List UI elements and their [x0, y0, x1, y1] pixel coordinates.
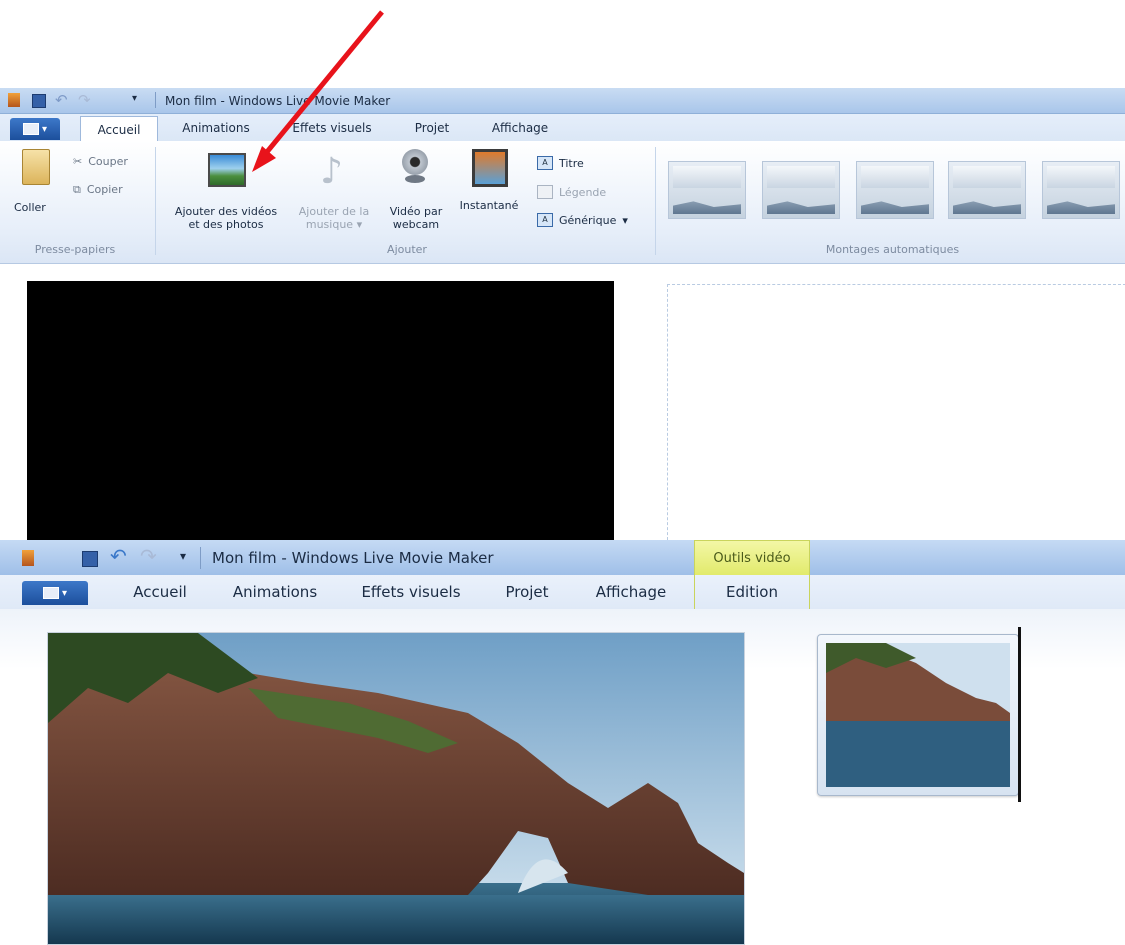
add-videos-photos-icon — [208, 153, 246, 187]
title-icon: A — [537, 156, 553, 170]
snapshot-label: Instantané — [459, 199, 519, 212]
bottom-tab-bar: ▾ Accueil Animations Effets visuels Proj… — [0, 575, 1125, 610]
video-tools-context-label: Outils vidéo — [694, 540, 810, 576]
add-group-label: Ajouter — [387, 243, 427, 256]
webcam-icon — [402, 149, 428, 175]
clipboard-group-label: Presse-papiers — [34, 243, 116, 256]
tab-effets-visuels[interactable]: Effets visuels — [350, 575, 472, 609]
tab-projet[interactable]: Projet — [400, 114, 464, 141]
add-videos-photos-label-2: et des photos — [188, 218, 264, 231]
automovie-theme-3[interactable] — [856, 161, 934, 219]
automovie-theme-4[interactable] — [948, 161, 1026, 219]
automovie-theme-5[interactable] — [1042, 161, 1120, 219]
cut-label: Couper — [88, 155, 128, 168]
tab-projet[interactable]: Projet — [490, 575, 564, 609]
app-icon[interactable] — [22, 550, 34, 566]
automovie-theme-2[interactable] — [762, 161, 840, 219]
window-title: Mon film - Windows Live Movie Maker — [165, 94, 391, 108]
tab-affichage[interactable]: Affichage — [478, 114, 562, 141]
add-music-label-1: Ajouter de la — [298, 205, 370, 218]
redo-icon[interactable]: ↷ — [140, 544, 157, 568]
clipboard-icon — [22, 149, 50, 185]
music-note-icon: ♪ — [320, 151, 343, 192]
film-snapshot-icon — [472, 149, 508, 187]
webcam-label-1: Vidéo par — [389, 205, 443, 218]
rock-arch-photo-image — [48, 633, 744, 944]
top-ribbon: Coller ✂ Couper ⧉ Copier Presse-papiers Aj… — [0, 141, 1125, 264]
tab-accueil[interactable]: Accueil — [80, 116, 158, 143]
copy-button[interactable]: ⧉ Copier — [73, 183, 123, 196]
video-preview-photo[interactable] — [47, 632, 745, 945]
add-videos-photos-label-1: Ajouter des vidéos — [174, 205, 278, 218]
tab-animations[interactable]: Animations — [220, 575, 330, 609]
tab-effets-visuels[interactable]: Effets visuels — [282, 114, 382, 141]
caption-button[interactable]: Légende — [537, 185, 606, 199]
paste-label: Coller — [14, 201, 46, 214]
tab-edition[interactable]: Edition — [694, 575, 810, 609]
storyboard-clip[interactable] — [817, 634, 1019, 796]
window-title: Mon film - Windows Live Movie Maker — [212, 549, 494, 567]
customize-dropdown-icon[interactable]: ▾ — [132, 93, 137, 104]
caption-label: Légende — [559, 185, 607, 199]
cut-button[interactable]: ✂ Couper — [73, 155, 128, 168]
caption-icon — [537, 185, 553, 199]
automovie-theme-1[interactable] — [668, 161, 746, 219]
scissors-icon: ✂ — [73, 155, 83, 168]
tab-affichage[interactable]: Affichage — [580, 575, 682, 609]
automovie-group-label: Montages automatiques — [825, 243, 960, 256]
clip-thumbnail-image — [826, 643, 1010, 787]
app-icon[interactable] — [8, 93, 20, 107]
top-video-preview[interactable] — [27, 281, 614, 543]
customize-dropdown-icon[interactable]: ▾ — [180, 549, 186, 563]
bottom-title-bar: ↶ ↷ ▾ Mon film - Windows Live Movie Make… — [0, 540, 1125, 576]
playback-cursor[interactable] — [1018, 627, 1021, 802]
copy-label: Copier — [86, 183, 123, 196]
webcam-label-2: webcam — [392, 218, 440, 231]
add-videos-photos-button[interactable]: Ajouter des vidéos et des photos — [162, 147, 290, 237]
credits-button[interactable]: A Générique ▾ — [537, 213, 628, 227]
snapshot-button[interactable]: Instantané — [452, 147, 526, 237]
tab-accueil[interactable]: Accueil — [120, 575, 200, 609]
title-label: Titre — [559, 156, 584, 170]
credits-dropdown-icon: ▾ — [622, 213, 628, 227]
file-menu-button[interactable]: ▾ — [10, 118, 60, 140]
file-menu-button[interactable]: ▾ — [22, 581, 88, 605]
top-storyboard[interactable] — [667, 284, 1125, 545]
add-music-label-2: musique — [305, 218, 354, 231]
paste-button[interactable]: Coller — [14, 149, 58, 219]
save-icon[interactable] — [82, 551, 98, 567]
title-button[interactable]: A Titre — [537, 156, 584, 170]
undo-icon[interactable]: ↶ — [110, 544, 127, 568]
redo-icon[interactable]: ↷ — [78, 91, 91, 109]
tab-animations[interactable]: Animations — [170, 114, 262, 141]
top-tab-bar: ▾ Accueil Animations Effets visuels Proj… — [0, 114, 1125, 143]
save-icon[interactable] — [32, 94, 46, 108]
top-title-bar: ↶ ↷ ▾ Mon film - Windows Live Movie Make… — [0, 88, 1125, 114]
copy-icon: ⧉ — [73, 183, 81, 196]
credits-label: Générique — [559, 213, 617, 227]
credits-icon: A — [537, 213, 553, 227]
add-music-button[interactable]: ♪ Ajouter de la musique ▾ — [292, 147, 376, 237]
webcam-video-button[interactable]: Vidéo par webcam — [380, 147, 452, 237]
undo-icon[interactable]: ↶ — [55, 91, 68, 109]
